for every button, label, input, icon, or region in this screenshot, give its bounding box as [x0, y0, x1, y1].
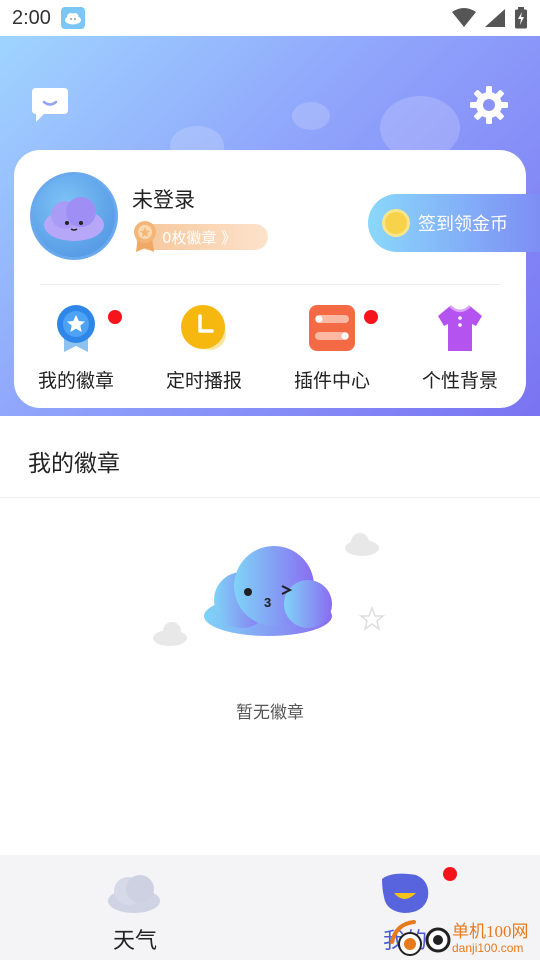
checkin-label: 签到领金币 — [418, 214, 508, 235]
message-button[interactable] — [30, 86, 70, 124]
shortcut-label: 定时播报 — [165, 370, 242, 392]
gear-icon — [470, 86, 508, 124]
watermark-line1: 单机100网 — [452, 921, 529, 941]
shortcut-label: 我的徽章 — [37, 370, 114, 392]
settings-button[interactable] — [468, 84, 510, 126]
danji-logo-icon — [390, 920, 451, 956]
empty-state-text: 暂无徽章 — [236, 703, 304, 723]
background-cloud — [292, 102, 330, 130]
watermark-text: 单机100网 danji100.com — [452, 923, 529, 954]
checkin-button[interactable]: 签到领金币 — [368, 194, 540, 252]
battery-icon — [515, 7, 527, 29]
wifi-icon — [452, 8, 476, 27]
shirt-icon — [438, 305, 482, 351]
weather-app-icon — [60, 7, 85, 29]
section-header: 我的徽章 — [0, 422, 540, 498]
chat-bubble-icon — [32, 88, 68, 122]
username[interactable]: 未登录 — [132, 184, 195, 214]
clock-icon — [181, 305, 226, 350]
tab-label: 天气 — [112, 929, 157, 954]
section-title: 我的徽章 — [28, 451, 120, 477]
status-time: 2:00 — [12, 6, 51, 29]
signal-icon — [485, 9, 505, 27]
profile-blob-icon — [382, 873, 429, 913]
badge-count-label: 0枚徽章 》 — [162, 228, 237, 247]
cloud-avatar-icon — [44, 197, 104, 241]
shortcut-label: 插件中心 — [293, 370, 370, 392]
tab-weather[interactable]: 天气 — [0, 855, 270, 960]
avatar[interactable] — [30, 172, 118, 260]
shortcut-scheduled-broadcast[interactable]: 定时播报 — [142, 300, 270, 400]
badge-ribbon-icon — [57, 305, 95, 352]
medal-icon — [134, 221, 156, 252]
shortcut-custom-background[interactable]: 个性背景 — [398, 300, 526, 400]
cloud-icon — [108, 875, 160, 913]
shortcut-my-badges[interactable]: 我的徽章 — [14, 300, 142, 400]
shortcut-grid: 我的徽章 定时播报 插件中心 个性背景 — [14, 300, 526, 400]
notification-dot — [364, 310, 378, 324]
shortcut-plugin-center[interactable]: 插件中心 — [270, 300, 398, 400]
status-bar: 2:00 — [0, 0, 540, 36]
shortcut-label: 个性背景 — [421, 370, 498, 392]
watermark-line2: danji100.com — [452, 940, 524, 955]
notification-dot — [443, 867, 457, 881]
empty-cloud-illustration: 3 — [153, 533, 386, 646]
notification-dot — [108, 310, 122, 324]
coin-icon — [382, 209, 410, 237]
status-icons — [452, 7, 528, 29]
divider — [40, 284, 500, 285]
svg-text:3: 3 — [264, 595, 271, 610]
watermark: 单机100网 danji100.com — [386, 916, 540, 960]
toggle-plugins-icon — [309, 305, 355, 351]
profile-card: 未登录 0枚徽章 》 签到领金币 我的徽章 定时播报 插件中心 个性背景 — [14, 150, 540, 408]
